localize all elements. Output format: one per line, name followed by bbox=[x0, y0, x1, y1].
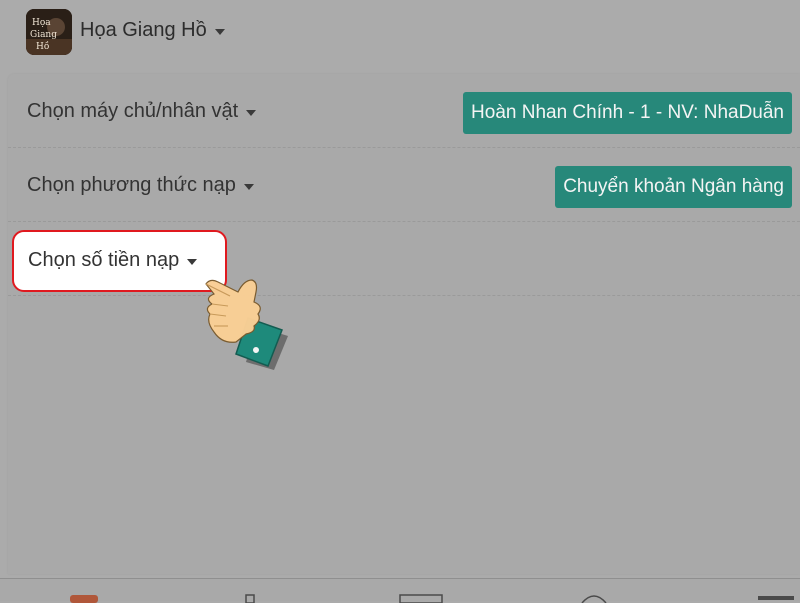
svg-text:Giang: Giang bbox=[30, 30, 57, 40]
payment-method-selector[interactable]: Chọn phương thức nạp bbox=[27, 174, 254, 197]
bottom-nav bbox=[0, 578, 800, 603]
amount-selector[interactable]: Chọn số tiền nạp bbox=[12, 230, 227, 292]
amount-label: Chọn số tiền nạp bbox=[28, 249, 180, 271]
game-selector[interactable]: Họa Giang Hồ bbox=[80, 19, 225, 42]
payment-method-row: Chọn phương thức nạp Chuyển khoản Ngân h… bbox=[8, 148, 800, 222]
game-title: Họa Giang Hồ bbox=[80, 19, 207, 41]
menu-icon[interactable] bbox=[756, 593, 796, 603]
caret-down-icon bbox=[214, 28, 225, 35]
server-row: Chọn máy chủ/nhân vật Hoàn Nhan Chính - … bbox=[8, 74, 800, 148]
server-selector[interactable]: Chọn máy chủ/nhân vật bbox=[27, 100, 257, 123]
svg-text:Họa: Họa bbox=[32, 18, 51, 28]
payment-method-value: Chuyển khoản Ngân hàng bbox=[563, 176, 784, 197]
payment-method-label: Chọn phương thức nạp bbox=[27, 174, 236, 196]
caret-down-icon bbox=[246, 109, 257, 116]
payment-method-value-button[interactable]: Chuyển khoản Ngân hàng bbox=[555, 166, 792, 208]
info-icon[interactable] bbox=[580, 593, 608, 603]
pointing-hand-icon bbox=[205, 279, 288, 370]
game-logo[interactable]: Họa Giang Hồ bbox=[26, 9, 72, 55]
caret-down-icon bbox=[187, 258, 198, 265]
caret-down-icon bbox=[243, 183, 254, 190]
svg-text:Hồ: Hồ bbox=[36, 41, 49, 52]
top-bar: Họa Giang Hồ Họa Giang Hồ bbox=[0, 0, 800, 64]
recharge-form: Chọn máy chủ/nhân vật Hoàn Nhan Chính - … bbox=[8, 74, 800, 574]
home-icon[interactable] bbox=[68, 593, 100, 603]
card-icon[interactable] bbox=[398, 593, 444, 603]
gift-icon[interactable] bbox=[242, 593, 258, 603]
server-value: Hoàn Nhan Chính - 1 - NV: NhaDuẫn bbox=[471, 102, 784, 123]
server-label: Chọn máy chủ/nhân vật bbox=[27, 100, 239, 122]
server-value-button[interactable]: Hoàn Nhan Chính - 1 - NV: NhaDuẫn bbox=[463, 92, 792, 134]
